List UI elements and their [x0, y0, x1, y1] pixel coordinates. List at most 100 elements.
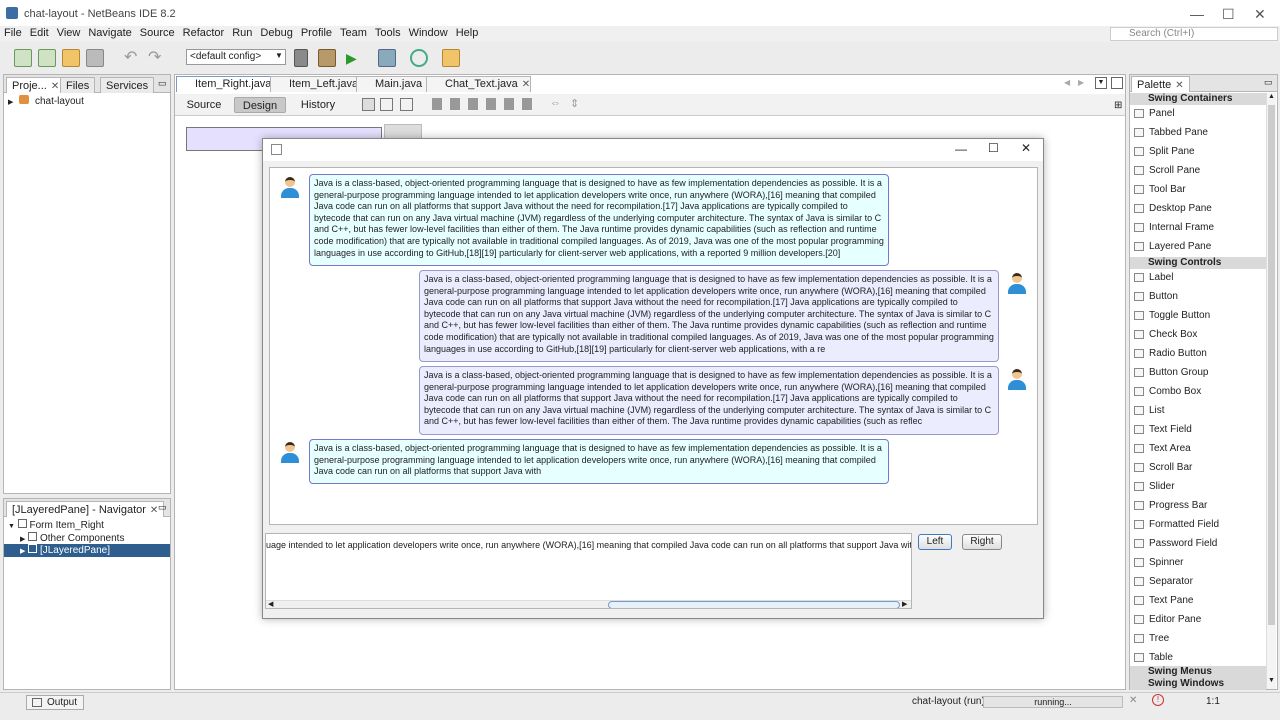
menu-window[interactable]: Window	[405, 26, 452, 40]
minimize-icon[interactable]: ▭	[158, 502, 167, 513]
menu-source[interactable]: Source	[136, 26, 179, 40]
menu-view[interactable]: View	[53, 26, 85, 40]
new-project-icon[interactable]	[38, 49, 56, 67]
chat-area[interactable]: Java is a class-based, object-oriented p…	[269, 167, 1038, 525]
app-close-button[interactable]: ✕	[1021, 141, 1031, 155]
tab-list-icon[interactable]: ▼	[1095, 77, 1107, 89]
tab-scroll-left-icon[interactable]: ◀	[1064, 78, 1070, 87]
save-all-icon[interactable]	[86, 49, 104, 67]
palette-item-text-area[interactable]: Text Area	[1134, 443, 1191, 455]
palette-item-text-pane[interactable]: Text Pane	[1134, 595, 1193, 607]
tree-item-jlayeredpane[interactable]: ▶ [JLayeredPane]	[4, 544, 170, 557]
scroll-right-icon[interactable]: ▶	[902, 600, 907, 608]
expand-icon[interactable]: ▶	[8, 99, 13, 106]
palette-item-button[interactable]: Button	[1134, 291, 1178, 303]
horizontal-scrollbar[interactable]: ◀ ▶	[266, 600, 911, 608]
palette-item-radio-button[interactable]: Radio Button	[1134, 348, 1207, 360]
menu-navigate[interactable]: Navigate	[84, 26, 135, 40]
menu-file[interactable]: File	[0, 26, 26, 40]
apply-code-changes-icon[interactable]	[442, 49, 460, 67]
menu-help[interactable]: Help	[452, 26, 483, 40]
palette-item-desktop-pane[interactable]: Desktop Pane	[1134, 203, 1212, 215]
menu-debug[interactable]: Debug	[256, 26, 296, 40]
resize-horizontal-icon[interactable]: ⇔	[550, 97, 561, 109]
history-view-button[interactable]: History	[296, 97, 340, 113]
palette-item-editor-pane[interactable]: Editor Pane	[1134, 614, 1201, 626]
tab-files[interactable]: Files	[60, 77, 96, 93]
scroll-up-icon[interactable]: ▲	[1268, 93, 1275, 100]
design-view-button[interactable]: Design	[234, 97, 286, 113]
config-select[interactable]: <default config>	[186, 49, 286, 65]
palette-item-button-group[interactable]: Button Group	[1134, 367, 1208, 379]
tab-palette[interactable]: Palette ✕	[1131, 76, 1190, 92]
palette-item-split-pane[interactable]: Split Pane	[1134, 146, 1195, 158]
menu-refactor[interactable]: Refactor	[179, 26, 229, 40]
search-input[interactable]: Search (Ctrl+I)	[1110, 27, 1278, 41]
palette-item-check-box[interactable]: Check Box	[1134, 329, 1197, 341]
tab-item-right-java[interactable]: Item_Right.java✕	[176, 76, 285, 92]
palette-scrollbar[interactable]: ▲ ▼	[1266, 93, 1276, 689]
palette-section-swing-controls[interactable]: Swing Controls	[1130, 257, 1266, 269]
undo-icon[interactable]: ↶	[124, 49, 142, 67]
open-project-icon[interactable]	[62, 49, 80, 67]
resize-vertical-icon[interactable]: ⇕	[570, 97, 579, 110]
palette-item-label[interactable]: Label	[1134, 272, 1173, 284]
palette-item-password-field[interactable]: Password Field	[1134, 538, 1217, 550]
palette-item-list[interactable]: List	[1134, 405, 1165, 417]
tab-scroll-right-icon[interactable]: ▶	[1078, 78, 1084, 87]
palette-section-swing-containers[interactable]: Swing Containers	[1130, 93, 1266, 105]
app-maximize-button[interactable]: ☐	[988, 141, 999, 155]
minimize-icon[interactable]: ▭	[1264, 77, 1273, 88]
scroll-thumb[interactable]	[608, 601, 900, 608]
menu-tools[interactable]: Tools	[371, 26, 405, 40]
palette-item-formatted-field[interactable]: Formatted Field	[1134, 519, 1219, 531]
scroll-thumb[interactable]	[1268, 105, 1275, 625]
app-minimize-button[interactable]: —	[955, 142, 967, 156]
minimize-icon[interactable]: ▭	[158, 78, 167, 89]
tab-chat-text-java[interactable]: Chat_Text.java ✕	[426, 76, 532, 92]
palette-item-layered-pane[interactable]: Layered Pane	[1134, 241, 1211, 253]
tab-navigator[interactable]: [JLayeredPane] - Navigator ✕	[6, 501, 165, 517]
menu-edit[interactable]: Edit	[26, 26, 53, 40]
palette-item-slider[interactable]: Slider	[1134, 481, 1175, 493]
message-input-area[interactable]: uage intended to let application develop…	[265, 533, 912, 609]
menu-team[interactable]: Team	[336, 26, 371, 40]
palette-item-text-field[interactable]: Text Field	[1134, 424, 1192, 436]
editor-maximize-icon[interactable]	[1111, 77, 1123, 89]
build-icon[interactable]	[294, 49, 308, 67]
palette-item-scroll-pane[interactable]: Scroll Pane	[1134, 165, 1200, 177]
menu-profile[interactable]: Profile	[297, 26, 336, 40]
expand-design-icon[interactable]: ⊞	[1114, 100, 1122, 111]
palette-section-swing-menus[interactable]: Swing Menus	[1130, 666, 1266, 678]
palette-item-panel[interactable]: Panel	[1134, 108, 1175, 120]
align-icons[interactable]	[432, 98, 532, 110]
palette-item-combo-box[interactable]: Combo Box	[1134, 386, 1201, 398]
tree-item-form[interactable]: ▼ Form Item_Right	[8, 519, 104, 531]
source-view-button[interactable]: Source	[182, 97, 226, 113]
palette-item-tree[interactable]: Tree	[1134, 633, 1169, 645]
connection-mode-icon[interactable]	[380, 98, 393, 111]
minimize-button[interactable]: —	[1190, 6, 1204, 22]
menu-run[interactable]: Run	[228, 26, 256, 40]
cancel-process-icon[interactable]: ✕	[1129, 695, 1137, 706]
palette-item-tabbed-pane[interactable]: Tabbed Pane	[1134, 127, 1208, 139]
selection-mode-icon[interactable]	[362, 98, 375, 111]
message-input[interactable]: uage intended to let application develop…	[266, 540, 911, 550]
right-button[interactable]: Right	[962, 534, 1002, 550]
palette-item-toggle-button[interactable]: Toggle Button	[1134, 310, 1210, 322]
left-button[interactable]: Left	[918, 534, 952, 550]
palette-item-tool-bar[interactable]: Tool Bar	[1134, 184, 1186, 196]
palette-item-separator[interactable]: Separator	[1134, 576, 1193, 588]
tab-projects[interactable]: Proje... ✕	[6, 77, 66, 93]
palette-item-progress-bar[interactable]: Progress Bar	[1134, 500, 1207, 512]
tab-main-java[interactable]: Main.java✕	[356, 76, 436, 92]
palette-item-spinner[interactable]: Spinner	[1134, 557, 1183, 569]
tab-services[interactable]: Services	[100, 77, 155, 93]
output-button[interactable]: Output	[26, 695, 84, 710]
palette-item-internal-frame[interactable]: Internal Frame	[1134, 222, 1214, 234]
new-file-icon[interactable]	[14, 49, 32, 67]
preview-design-icon[interactable]	[400, 98, 413, 111]
palette-section-swing-windows[interactable]: Swing Windows	[1130, 678, 1266, 690]
run-icon[interactable]: ▶	[346, 49, 364, 67]
redo-icon[interactable]: ↷	[148, 49, 166, 67]
